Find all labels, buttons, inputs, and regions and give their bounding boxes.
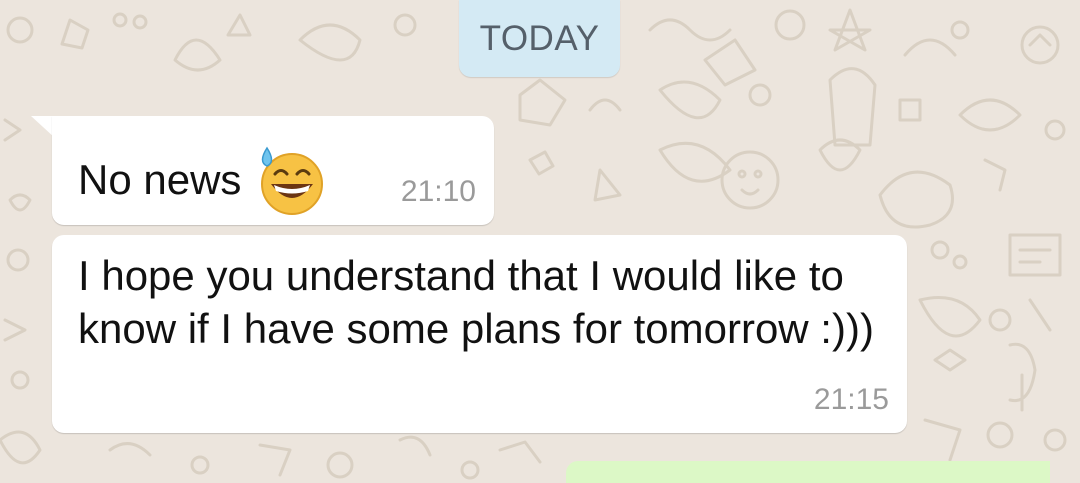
date-chip-label: TODAY (479, 18, 600, 58)
message-text: No news (78, 155, 242, 203)
message-timestamp: 21:15 (813, 383, 889, 416)
incoming-message-bubble[interactable]: No news 21:10 (52, 116, 494, 225)
message-text: I hope you understand that I would like … (78, 252, 874, 352)
date-chip-today: TODAY (459, 0, 620, 77)
message-timestamp: 21:10 (400, 175, 476, 208)
incoming-message-bubble[interactable]: I hope you understand that I would like … (52, 235, 907, 433)
grinning-face-with-sweat-emoji-icon (261, 146, 324, 215)
outgoing-message-bubble[interactable] (566, 461, 1050, 483)
